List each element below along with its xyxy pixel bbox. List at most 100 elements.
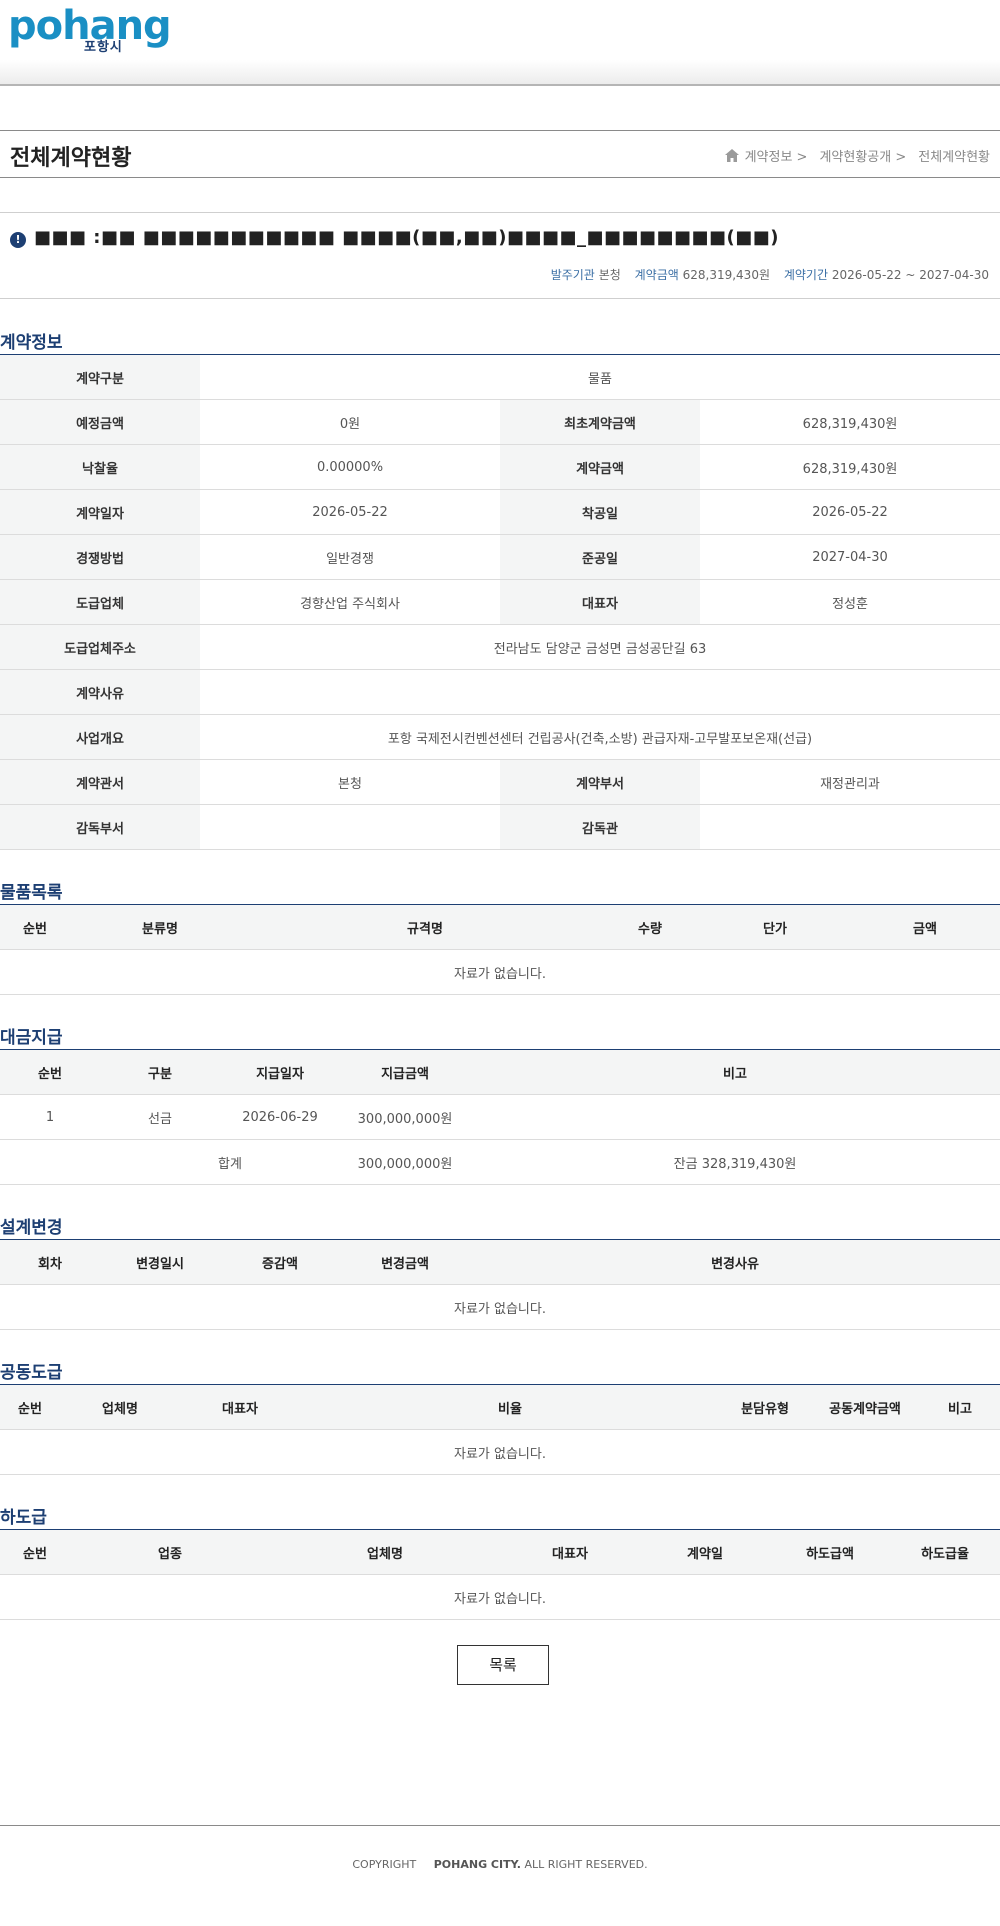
breadcrumb: 계약정보 > 계약현황공개 > 전체계약현황 [724,146,990,165]
contract-info-table: 계약구분 물품 예정금액 0원 최초계약금액 628,319,430원 낙찰율 … [0,354,1000,850]
column-header: 순번 [0,1384,60,1430]
column-header: 공동계약금액 [810,1384,920,1430]
amount-label: 계약금액 [634,268,679,282]
org-label: 발주기관 [550,268,595,282]
column-header: 비고 [920,1384,1000,1430]
table-row: 계약관서 본청 계약부서 재정관리과 [0,759,1000,805]
cell-value: 물품 [200,354,1000,400]
org-value: 본청 [598,268,621,282]
table-row: 낙찰율 0.00000% 계약금액 628,319,430원 [0,444,1000,490]
column-header: 변경일시 [100,1239,220,1285]
column-header: 수량 [600,904,700,950]
cell-label: 최초계약금액 [500,399,700,445]
navigation-bar [0,60,1000,86]
contract-meta: 발주기관 본청 계약금액 628,319,430원 계약기간 2026-05-2… [541,266,989,283]
cell-value [200,669,1000,715]
column-header: 순번 [0,1529,70,1575]
copyright-owner: POHANG CITY. [433,1858,521,1871]
cell-value: 2026-05-22 [200,489,500,535]
payment-note [470,1094,1000,1140]
cell-label: 계약일자 [0,489,200,535]
exclamation-icon: ! [10,232,26,248]
empty-message: 자료가 없습니다. [0,1429,1000,1475]
section-title-contract-info: 계약정보 [0,333,63,353]
column-header: 변경금액 [340,1239,470,1285]
table-row: 예정금액 0원 최초계약금액 628,319,430원 [0,399,1000,445]
table-row: 자료가 없습니다. [0,1284,1000,1330]
cell-value [200,804,500,850]
pohang-logo[interactable]: pohang 포항시 [8,3,172,56]
column-header: 증감액 [220,1239,340,1285]
cell-value: 2027-04-30 [700,534,1000,580]
table-header-row: 순번 분류명 규격명 수량 단가 금액 [0,904,1000,950]
table-row: 경쟁방법 일반경쟁 준공일 2027-04-30 [0,534,1000,580]
period-label: 계약기간 [783,268,828,282]
cell-label: 계약구분 [0,354,200,400]
cell-value: 628,319,430원 [700,399,1000,445]
cell-label: 도급업체주소 [0,624,200,670]
list-button[interactable]: 목록 [457,1645,549,1685]
table-header-row: 순번 구분 지급일자 지급금액 비고 [0,1049,1000,1095]
table-row: 도급업체 경향산업 주식회사 대표자 정성훈 [0,579,1000,625]
table-header-row: 순번 업체명 대표자 비율 분담유형 공동계약금액 비고 [0,1384,1000,1430]
column-header: 업종 [70,1529,270,1575]
footer: COPYRIGHT POHANG CITY. ALL RIGHT RESERVE… [0,1825,1000,1926]
column-header: 변경사유 [470,1239,1000,1285]
cell-value: 포항 국제전시컨벤션센터 건립공사(건축,소방) 관급자재-고무발포보온재(선급… [200,714,1000,760]
cell-value: 일반경쟁 [200,534,500,580]
cell-value: 경향산업 주식회사 [200,579,500,625]
empty-message: 자료가 없습니다. [0,1574,1000,1620]
cell-label: 착공일 [500,489,700,535]
breadcrumb-item-contract-disclosure[interactable]: 계약현황공개 > [819,146,906,165]
title-bar: 전체계약현황 계약정보 > 계약현황공개 > 전체계약현황 [0,130,1000,178]
column-header: 비율 [300,1384,720,1430]
payment-table: 순번 구분 지급일자 지급금액 비고 1 선금 2026-06-29 300,0… [0,1049,1000,1185]
total-row: 합계 300,000,000원 잔금 328,319,430원 [0,1139,1000,1185]
column-header: 업체명 [270,1529,500,1575]
section-title-goods: 물품목록 [0,883,63,903]
cell-label: 사업개요 [0,714,200,760]
column-header: 순번 [0,1049,100,1095]
cell-value: 정성훈 [700,579,1000,625]
cell-label: 낙찰율 [0,444,200,490]
empty-message: 자료가 없습니다. [0,1284,1000,1330]
breadcrumb-item-contract-info[interactable]: 계약정보 > [745,146,808,165]
cell-label: 감독부서 [0,804,200,850]
cell-label: 예정금액 [0,399,200,445]
cell-value: 재정관리과 [700,759,1000,805]
home-icon[interactable] [724,149,739,162]
column-header: 금액 [850,904,1000,950]
column-header: 규격명 [250,904,600,950]
cell-value: 628,319,430원 [700,444,1000,490]
cell-label: 경쟁방법 [0,534,200,580]
column-header: 비고 [470,1049,1000,1095]
table-row: 계약구분 물품 [0,354,1000,400]
cell-value: 전라남도 담양군 금성면 금성공단길 63 [200,624,1000,670]
table-header-row: 회차 변경일시 증감액 변경금액 변경사유 [0,1239,1000,1285]
column-header: 대표자 [500,1529,640,1575]
column-header: 계약일 [640,1529,770,1575]
table-row: 자료가 없습니다. [0,1429,1000,1475]
table-row: 계약사유 [0,669,1000,715]
contract-title: ■■■ :■■ ■■■■■■■■■■■ ■■■■(■■,■■)■■■■_■■■■… [34,227,780,248]
section-title-subcontract: 하도급 [0,1508,47,1528]
cell-value: 0.00000% [200,444,500,490]
cell-value: 2026-05-22 [700,489,1000,535]
column-header: 분담유형 [720,1384,810,1430]
section-title-design-change: 설계변경 [0,1218,63,1238]
cell-value: 0원 [200,399,500,445]
breadcrumb-item-all-contracts[interactable]: 전체계약현황 [918,146,990,165]
page-title: 전체계약현황 [10,146,132,171]
column-header: 분류명 [70,904,250,950]
cell-label: 감독관 [500,804,700,850]
cell-value: 본청 [200,759,500,805]
site-header: pohang 포항시 [0,0,1000,60]
column-header: 회차 [0,1239,100,1285]
column-header: 대표자 [180,1384,300,1430]
column-header: 지급일자 [220,1049,340,1095]
table-row: 자료가 없습니다. [0,1574,1000,1620]
logo-subtitle: 포항시 [84,40,123,55]
cell-value [700,804,1000,850]
cell-label: 계약관서 [0,759,200,805]
joint-table: 순번 업체명 대표자 비율 분담유형 공동계약금액 비고 자료가 없습니다. [0,1384,1000,1475]
